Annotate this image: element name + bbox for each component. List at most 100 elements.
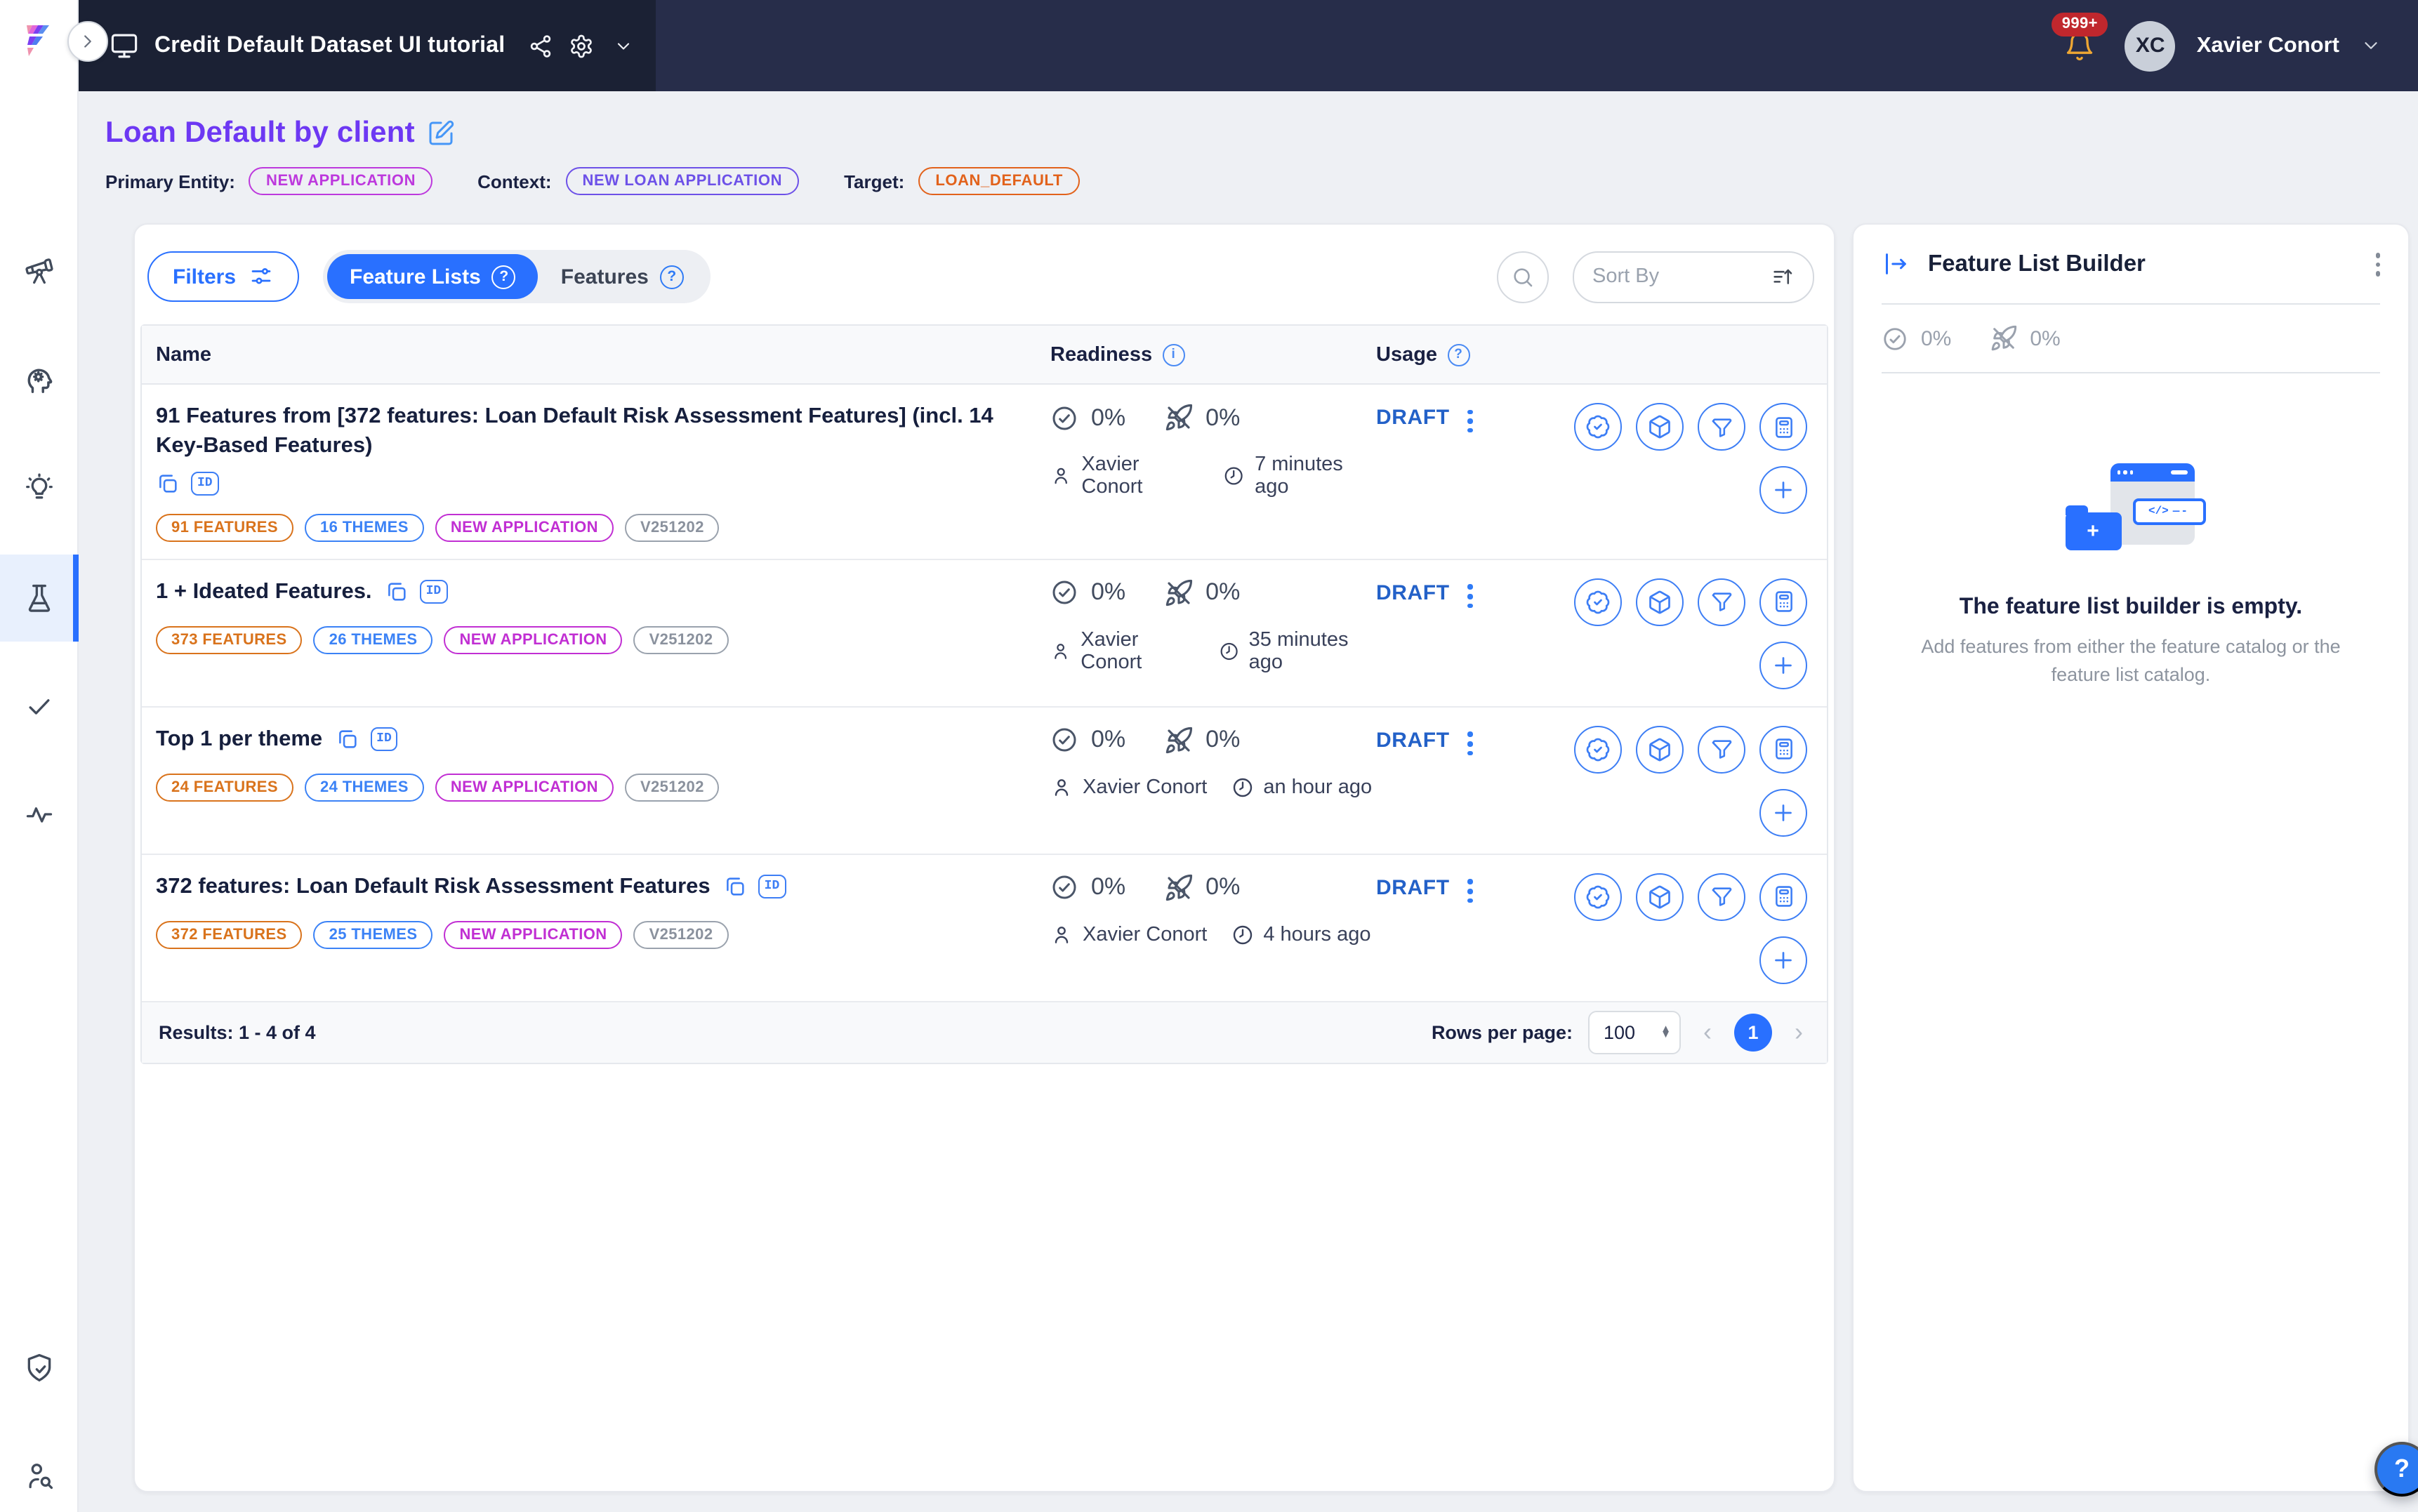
tab-features[interactable]: Features ? — [539, 254, 706, 299]
filter-action-button[interactable] — [1698, 873, 1745, 921]
readiness-action-button[interactable] — [1574, 726, 1622, 774]
readiness-action-button[interactable] — [1574, 873, 1622, 921]
edit-title-icon[interactable] — [428, 119, 456, 147]
share-icon[interactable] — [527, 33, 553, 58]
plus-row — [1550, 466, 1807, 514]
copy-icon[interactable] — [335, 727, 359, 751]
builder-empty-title: The feature list builder is empty. — [1882, 595, 2380, 621]
add-to-builder-button[interactable] — [1759, 789, 1807, 837]
plus-icon — [1771, 948, 1796, 973]
filter-action-button[interactable] — [1698, 726, 1745, 774]
version-tag: V251202 — [625, 774, 720, 802]
telescope-icon — [24, 256, 55, 286]
help-icon[interactable]: ? — [660, 265, 684, 289]
builder-menu-button[interactable] — [2375, 249, 2380, 279]
page-number-button[interactable]: 1 — [1734, 1014, 1772, 1052]
project-selector[interactable]: Credit Default Dataset UI tutorial — [79, 0, 656, 91]
person-icon — [1050, 640, 1071, 663]
gear-icon[interactable] — [568, 33, 593, 58]
rows-per-page-select[interactable]: ▲ ▼ — [1588, 1011, 1681, 1054]
package-action-button[interactable] — [1636, 403, 1684, 451]
sort-by-input[interactable] — [1592, 265, 1759, 288]
readiness-value: 0% — [1091, 874, 1125, 902]
info-icon[interactable]: i — [1162, 343, 1184, 366]
readiness-action-button[interactable] — [1574, 578, 1622, 626]
add-to-builder-button[interactable] — [1759, 466, 1807, 514]
copy-icon[interactable] — [156, 472, 180, 496]
sidebar-item-user-search[interactable] — [0, 1432, 79, 1512]
features-count-tag: 372 FEATURES — [156, 921, 303, 949]
row-menu-button[interactable] — [1468, 406, 1473, 435]
author-name: Xavier Conort — [1083, 924, 1207, 946]
sidebar-item-monitor[interactable] — [0, 771, 79, 858]
tags-row: 24 FEATURES 24 THEMES NEW APPLICATION V2… — [156, 774, 1017, 802]
filter-action-button[interactable] — [1698, 403, 1745, 451]
sidebar-expand-button[interactable] — [67, 21, 108, 62]
compute-action-button[interactable] — [1759, 726, 1807, 774]
badge-check-icon — [1585, 884, 1611, 910]
avatar[interactable]: XC — [2125, 20, 2176, 71]
add-to-builder-button[interactable] — [1759, 642, 1807, 689]
previous-page-button[interactable]: ‹ — [1696, 1018, 1719, 1047]
compute-action-button[interactable] — [1759, 873, 1807, 921]
sidebar-item-experiment[interactable] — [0, 555, 79, 642]
package-action-button[interactable] — [1636, 873, 1684, 921]
context-badge[interactable]: NEW LOAN APPLICATION — [566, 167, 800, 195]
check-circle-icon — [1050, 579, 1078, 607]
filter-action-button[interactable] — [1698, 578, 1745, 626]
featurebyte-logo[interactable] — [18, 21, 60, 70]
tab-feature-lists[interactable]: Feature Lists ? — [327, 254, 539, 299]
readiness-action-button[interactable] — [1574, 403, 1622, 451]
primary-entity-badge[interactable]: NEW APPLICATION — [249, 167, 432, 195]
compute-action-button[interactable] — [1759, 403, 1807, 451]
target-badge[interactable]: LOAN_DEFAULT — [918, 167, 1080, 195]
rocket-slash-icon — [1989, 324, 2017, 352]
copy-icon[interactable] — [385, 580, 409, 604]
help-icon[interactable]: ? — [492, 265, 516, 289]
tab-feature-lists-label: Feature Lists — [350, 265, 481, 289]
sidebar-item-validate[interactable] — [0, 663, 79, 750]
add-to-builder-button[interactable] — [1759, 936, 1807, 984]
filters-button[interactable]: Filters — [147, 251, 299, 302]
feature-lists-table: Name Readiness i Usage ? — [140, 324, 1828, 1064]
package-action-button[interactable] — [1636, 578, 1684, 626]
feature-list-name[interactable]: 1 + Ideated Features. — [156, 580, 372, 604]
cube-icon — [1647, 590, 1672, 615]
sidebar-item-knowledge[interactable] — [0, 336, 79, 423]
rows-per-page-input[interactable] — [1604, 1022, 1651, 1043]
stepper-icon[interactable]: ▲ ▼ — [1660, 1026, 1671, 1039]
package-action-button[interactable] — [1636, 726, 1684, 774]
readiness-stat: 0% — [1050, 404, 1125, 432]
id-icon[interactable]: ID — [758, 875, 786, 898]
page: Loan Default by client Primary Entity: N… — [79, 91, 2418, 1512]
help-icon[interactable]: ? — [1447, 343, 1469, 366]
tags-row: 91 FEATURES 16 THEMES NEW APPLICATION V2… — [156, 514, 1017, 542]
id-icon[interactable]: ID — [191, 472, 219, 496]
chevron-down-icon[interactable] — [613, 36, 633, 55]
feature-list-name[interactable]: 91 Features from [372 features: Loan Def… — [156, 404, 993, 458]
notifications-button[interactable]: 999+ — [2065, 30, 2096, 61]
sidebar-item-ideate[interactable] — [0, 445, 79, 532]
sidebar-item-explore[interactable] — [0, 227, 79, 314]
step-down-icon[interactable]: ▼ — [1660, 1033, 1671, 1039]
flask-icon — [24, 583, 55, 614]
user-menu-chevron-icon[interactable] — [2360, 35, 2381, 56]
readiness-cell: 0% 0% Xavier Conort 35 minutes ago — [1050, 578, 1376, 706]
table-row: 1 + Ideated Features.ID 373 FEATURES 26 … — [142, 560, 1827, 708]
builder-deployed-stat: 0% — [1989, 324, 2060, 352]
copy-icon[interactable] — [723, 875, 747, 898]
compute-action-button[interactable] — [1759, 578, 1807, 626]
feature-list-name[interactable]: 372 features: Loan Default Risk Assessme… — [156, 875, 711, 898]
row-menu-button[interactable] — [1468, 729, 1473, 758]
id-icon[interactable]: ID — [420, 580, 448, 604]
search-button[interactable] — [1497, 251, 1549, 303]
next-page-button[interactable]: › — [1788, 1018, 1810, 1047]
row-menu-button[interactable] — [1468, 876, 1473, 906]
feature-list-name[interactable]: Top 1 per theme — [156, 727, 322, 751]
id-icon[interactable]: ID — [370, 727, 398, 751]
builder-empty-subtitle: Add features from either the feature cat… — [1919, 633, 2343, 688]
sort-by-select[interactable] — [1573, 251, 1814, 303]
author-line: Xavier Conort 35 minutes ago — [1050, 629, 1376, 674]
sidebar-item-governance[interactable] — [0, 1324, 79, 1411]
row-menu-button[interactable] — [1468, 581, 1473, 611]
